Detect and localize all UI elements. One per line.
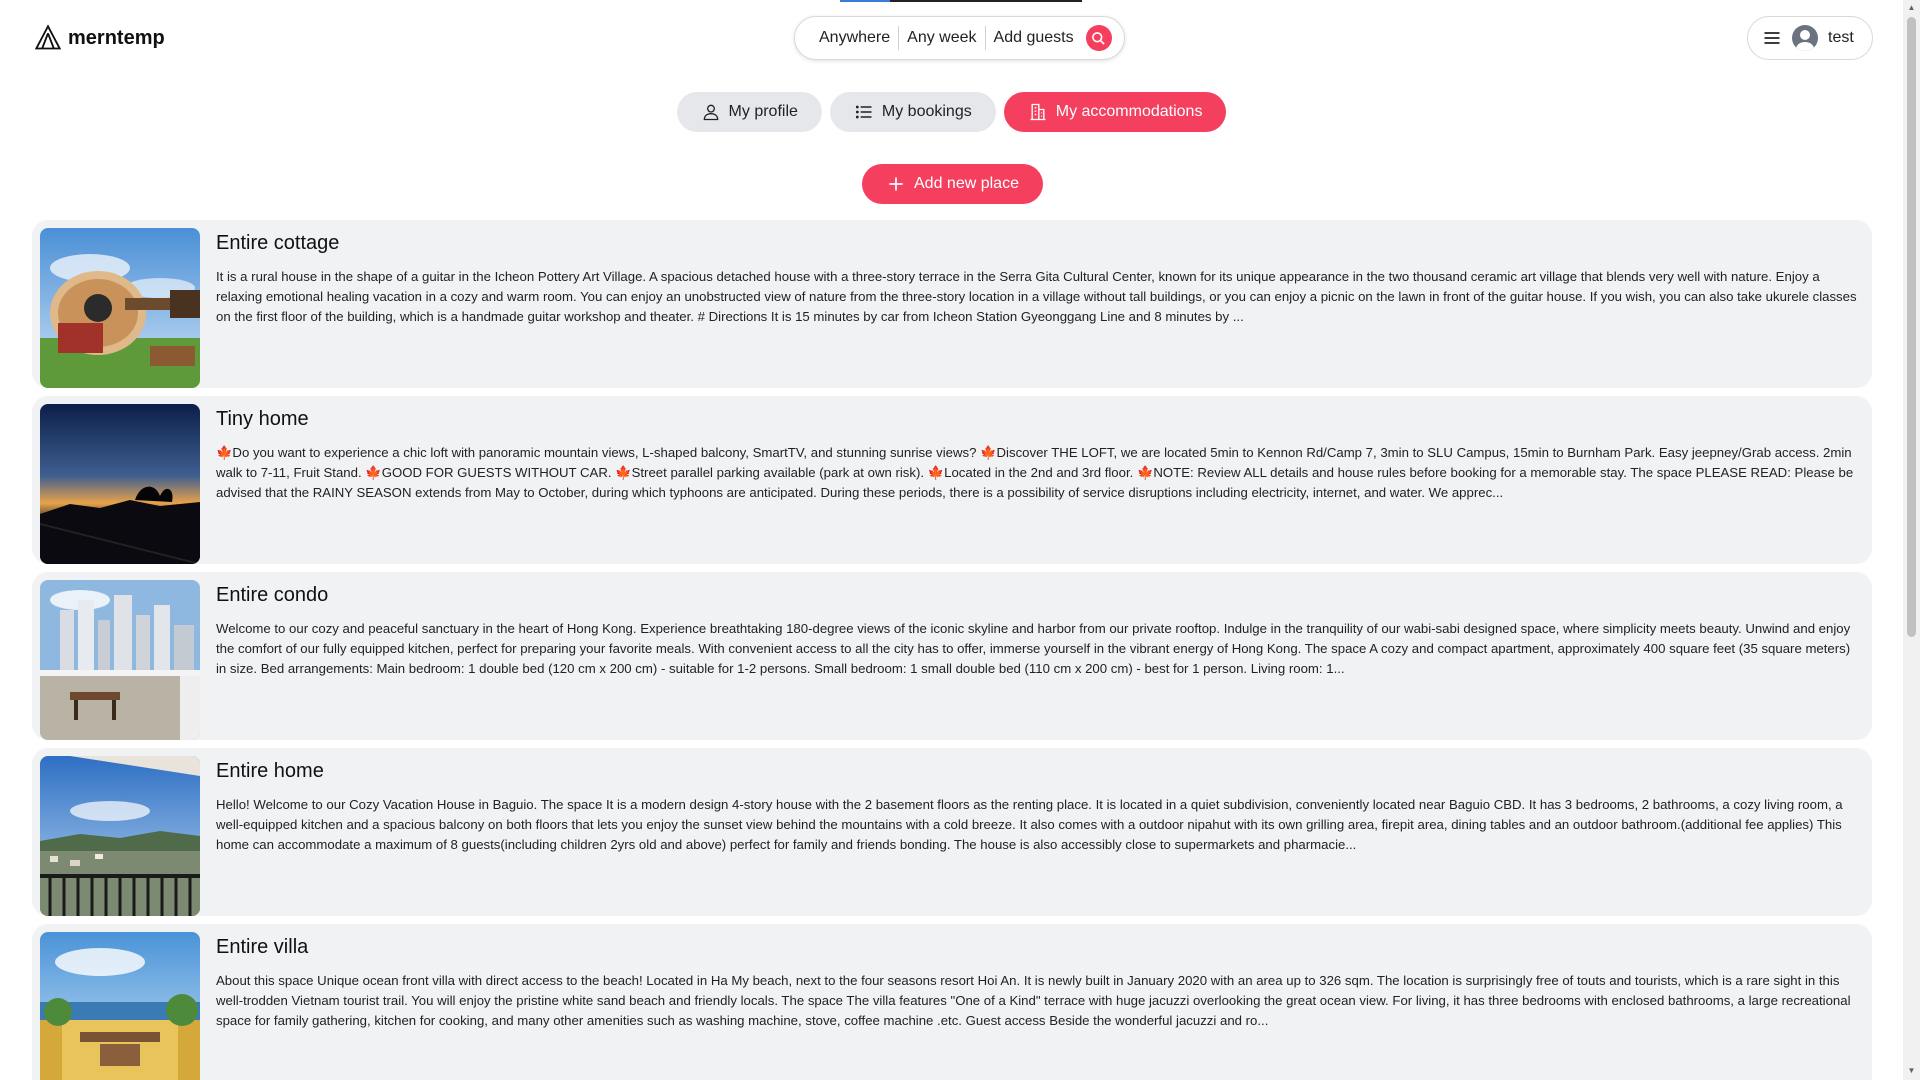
ocean-villa-photo (40, 932, 200, 1080)
place-card[interactable]: Entire home Hello! Welcome to our Cozy V… (32, 748, 1872, 916)
place-photo (40, 756, 200, 916)
header: merntemp Anywhere Any week Add guests te… (0, 0, 1903, 78)
tab-my-bookings[interactable]: My bookings (829, 92, 996, 132)
sunset-photo (40, 404, 200, 564)
place-description: It is a rural house in the shape of a gu… (216, 269, 1857, 324)
place-photo (40, 228, 200, 388)
places-list: Entire cottage It is a rural house in th… (32, 220, 1872, 1080)
scroll-up-arrow-icon[interactable]: ▲ (1907, 3, 1916, 13)
user-icon (703, 104, 718, 121)
place-card[interactable]: Tiny home 🍁Do you want to experience a c… (32, 396, 1872, 564)
search-guests[interactable]: Add guests (986, 29, 1082, 47)
logo-icon (34, 24, 62, 50)
place-title: Entire condo (216, 584, 329, 606)
search-when[interactable]: Any week (899, 29, 984, 47)
place-card[interactable]: Entire condo Welcome to our cozy and pea… (32, 572, 1872, 740)
place-title: Entire cottage (216, 232, 340, 254)
search-bar[interactable]: Anywhere Any week Add guests (794, 16, 1125, 60)
user-menu-button[interactable]: test (1747, 16, 1873, 60)
building-icon (1030, 103, 1046, 121)
place-title: Tiny home (216, 408, 309, 430)
tab-my-profile[interactable]: My profile (676, 92, 822, 132)
plus-icon (889, 177, 903, 191)
place-description: Hello! Welcome to our Cozy Vacation Hous… (216, 797, 1843, 852)
tab-label: My accommodations (1055, 103, 1203, 120)
hamburger-icon (1764, 32, 1780, 44)
avatar-icon (1792, 25, 1818, 51)
search-button[interactable] (1085, 25, 1112, 51)
user-name: test (1828, 29, 1854, 46)
place-card[interactable]: Entire villa About this space Unique oce… (32, 924, 1872, 1080)
tab-label: My bookings (881, 103, 972, 120)
tab-my-accommodations[interactable]: My accommodations (1003, 92, 1227, 132)
place-description: Welcome to our cozy and peaceful sanctua… (216, 621, 1851, 676)
add-new-place-button[interactable]: Add new place (862, 164, 1043, 204)
place-card[interactable]: Entire cottage It is a rural house in th… (32, 220, 1872, 388)
tab-label: My profile (728, 103, 798, 120)
place-description: 🍁Do you want to experience a chic loft w… (216, 445, 1854, 500)
logo[interactable]: merntemp (34, 24, 165, 52)
rooftop-city-photo (40, 580, 200, 740)
place-title: Entire villa (216, 936, 309, 958)
account-tabs: My profile My bookings My accommodations (0, 92, 1903, 132)
guitar-house-photo (40, 228, 200, 388)
place-photo (40, 932, 200, 1080)
place-title: Entire home (216, 760, 324, 782)
search-icon (1092, 31, 1105, 45)
search-where[interactable]: Anywhere (811, 29, 898, 47)
place-photo (40, 404, 200, 564)
add-new-place-label: Add new place (914, 175, 1019, 192)
place-photo (40, 580, 200, 740)
scroll-down-arrow-icon[interactable]: ▼ (1907, 1066, 1916, 1076)
place-description: About this space Unique ocean front vill… (216, 973, 1851, 1028)
list-icon (855, 105, 872, 119)
balcony-view-photo (40, 756, 200, 916)
scrollbar-thumb[interactable] (1907, 17, 1916, 637)
logo-text: merntemp (68, 26, 165, 49)
